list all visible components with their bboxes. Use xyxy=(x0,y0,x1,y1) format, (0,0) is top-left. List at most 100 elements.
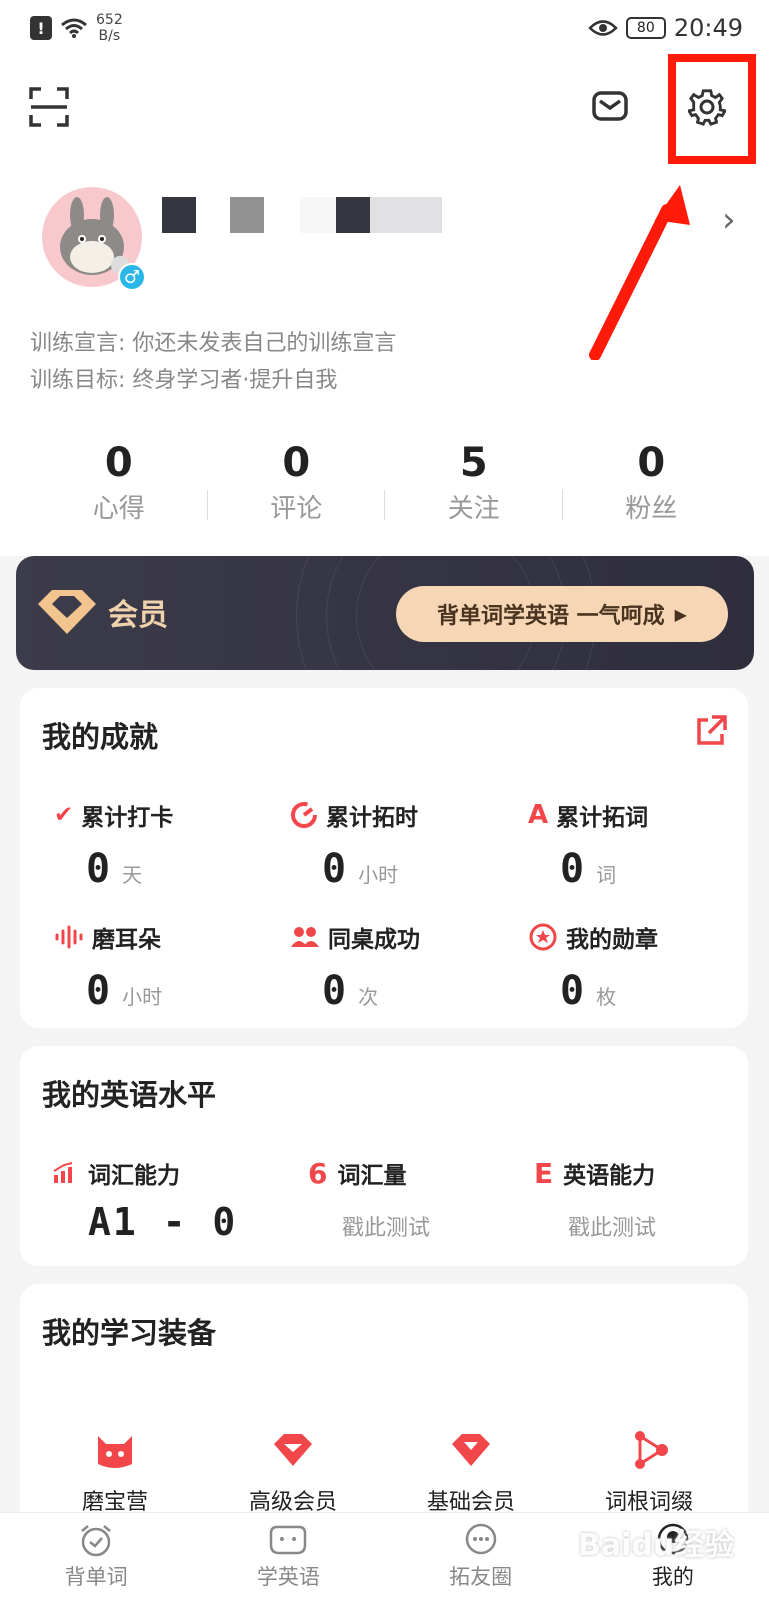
achievement-value: 0 xyxy=(322,968,347,1014)
achievement-unit: 词 xyxy=(596,863,617,887)
achievement-value: 0 xyxy=(560,968,585,1014)
achievement-medals[interactable]: 我的勋章 0 枚 xyxy=(528,920,728,1014)
achievement-deskmate[interactable]: 同桌成功 0 次 xyxy=(290,920,490,1014)
stat-label: 粉丝 xyxy=(625,494,678,524)
declaration-label: 训练宣言: xyxy=(30,331,126,356)
stat-posts[interactable]: 0 心得 xyxy=(30,440,208,525)
medal-icon xyxy=(529,923,557,951)
tab-label: 背单词 xyxy=(64,1564,128,1589)
clock-icon xyxy=(291,802,317,828)
achievement-unit: 枚 xyxy=(596,985,617,1009)
caret-right-icon: ▶ xyxy=(674,604,687,624)
vip-banner[interactable]: 会员 背单词学英语 一气呵成 ▶ xyxy=(16,556,754,670)
level-value[interactable]: 戳此测试 xyxy=(308,1210,430,1242)
eye-icon xyxy=(588,20,618,36)
vip-cta-button[interactable]: 背单词学英语 一气呵成 ▶ xyxy=(396,586,728,642)
battery-indicator: 80 xyxy=(625,17,666,39)
goal-row: 训练目标: 终身学习者·提升自我 xyxy=(30,362,337,394)
mail-icon xyxy=(592,91,628,121)
achievement-value: 0 xyxy=(86,846,111,892)
level-label: 词汇量 xyxy=(337,1163,407,1189)
level-value[interactable]: 戳此测试 xyxy=(534,1210,656,1242)
achievement-value: 0 xyxy=(86,968,111,1014)
achievement-label: 累计打卡 xyxy=(81,805,174,831)
alarm-clock-icon xyxy=(81,1524,111,1556)
achievement-value: 0 xyxy=(560,846,585,892)
achievement-study-time[interactable]: 累计拓时 0 小时 xyxy=(290,798,490,892)
goal-label: 训练目标: xyxy=(30,368,126,393)
partners-icon xyxy=(291,927,319,947)
bar-chart-icon xyxy=(53,1162,73,1183)
scan-button[interactable] xyxy=(28,86,70,128)
tab-label: 我的 xyxy=(651,1564,694,1589)
messages-button[interactable] xyxy=(590,88,630,124)
network-speed-unit: B/s xyxy=(98,28,121,44)
chat-bubble-icon xyxy=(465,1523,496,1554)
stat-followers[interactable]: 0 粉丝 xyxy=(563,440,741,525)
tab-label: 学英语 xyxy=(256,1564,320,1589)
tab-friends[interactable]: 拓友圈 xyxy=(385,1513,577,1600)
stat-label: 评论 xyxy=(270,494,323,524)
achievement-value: 0 xyxy=(322,846,347,892)
share-icon[interactable] xyxy=(694,714,728,748)
tab-words[interactable]: 背单词 xyxy=(0,1513,192,1600)
vip-diamond-icon xyxy=(38,590,96,634)
check-icon: ✔ xyxy=(54,802,74,828)
tab-learn-english[interactable]: 学英语 xyxy=(192,1513,384,1600)
gender-badge: ♂ xyxy=(118,263,146,291)
equipment-title: 我的学习装备 xyxy=(42,1316,217,1350)
mascot-icon xyxy=(270,1525,307,1554)
vip-gem-icon xyxy=(274,1434,312,1466)
network-icon xyxy=(635,1431,668,1469)
stat-value: 0 xyxy=(104,440,133,486)
annotation-arrow xyxy=(589,185,690,360)
stat-comments[interactable]: 0 评论 xyxy=(208,440,385,525)
english-level-title: 我的英语水平 xyxy=(42,1078,217,1112)
goal-value[interactable]: 终身学习者·提升自我 xyxy=(132,368,337,393)
equipment-item-basic[interactable]: 基础会员 xyxy=(386,1430,556,1516)
network-speed-value: 652 xyxy=(96,12,123,28)
basic-gem-icon xyxy=(452,1434,490,1466)
vip-cta-label: 背单词学英语 一气呵成 xyxy=(437,604,665,629)
profile-chevron-right-icon[interactable]: › xyxy=(722,200,736,240)
achievement-label: 同桌成功 xyxy=(328,927,420,953)
equipment-item-camp[interactable]: 磨宝营 xyxy=(30,1430,200,1516)
status-right: 80 20:49 xyxy=(588,14,743,42)
level-vocab-size[interactable]: 6 词汇量 戳此测试 xyxy=(308,1156,430,1242)
stat-following[interactable]: 5 关注 xyxy=(385,440,563,525)
level-english-ability[interactable]: E 英语能力 戳此测试 xyxy=(534,1156,656,1242)
level-label: 英语能力 xyxy=(563,1163,656,1189)
achievements-card: 我的成就 ✔ 累计打卡 0 天 累计拓时 0 小时 A 累计拓词 0 词 磨耳朵… xyxy=(20,688,748,1028)
alert-icon: ! xyxy=(30,16,52,40)
stat-value: 5 xyxy=(459,440,488,486)
stat-label: 关注 xyxy=(447,494,500,524)
stat-value: 0 xyxy=(282,440,311,486)
settings-highlight-box xyxy=(668,54,756,164)
equipment-item-premium[interactable]: 高级会员 xyxy=(208,1430,378,1516)
achievement-words[interactable]: A 累计拓词 0 词 xyxy=(528,798,728,892)
achievements-title: 我的成就 xyxy=(42,720,159,754)
achievement-checkins[interactable]: ✔ 累计打卡 0 天 xyxy=(54,798,254,892)
stat-label: 心得 xyxy=(92,494,145,524)
social-stats: 0 心得 0 评论 5 关注 0 粉丝 xyxy=(30,440,740,525)
achievement-label: 磨耳朵 xyxy=(92,927,161,953)
monster-icon xyxy=(98,1436,132,1468)
letter-e-icon: E xyxy=(534,1156,554,1190)
equipment-item-roots[interactable]: 词根词缀 xyxy=(564,1430,734,1516)
vip-label: 会员 xyxy=(108,598,168,633)
declaration-value[interactable]: 你还未发表自己的训练宣言 xyxy=(132,331,396,356)
achievement-listening[interactable]: 磨耳朵 0 小时 xyxy=(54,920,254,1014)
network-speed: 652 B/s xyxy=(96,12,123,44)
achievement-label: 我的勋章 xyxy=(566,927,658,953)
achievement-unit: 小时 xyxy=(122,985,163,1009)
number-six-icon: 6 xyxy=(308,1156,328,1190)
watermark: Baidu经验 xyxy=(578,1528,735,1563)
achievement-label: 累计拓时 xyxy=(326,805,418,831)
tab-label: 拓友圈 xyxy=(449,1564,513,1589)
status-bar: ! 652 B/s 80 20:49 xyxy=(0,0,769,56)
wifi-icon xyxy=(61,18,87,38)
level-vocab-ability[interactable]: 词汇能力 A1 - 0 xyxy=(52,1156,237,1244)
achievement-unit: 小时 xyxy=(358,863,399,887)
scan-icon xyxy=(29,87,69,127)
level-value: A1 - 0 xyxy=(88,1200,238,1244)
